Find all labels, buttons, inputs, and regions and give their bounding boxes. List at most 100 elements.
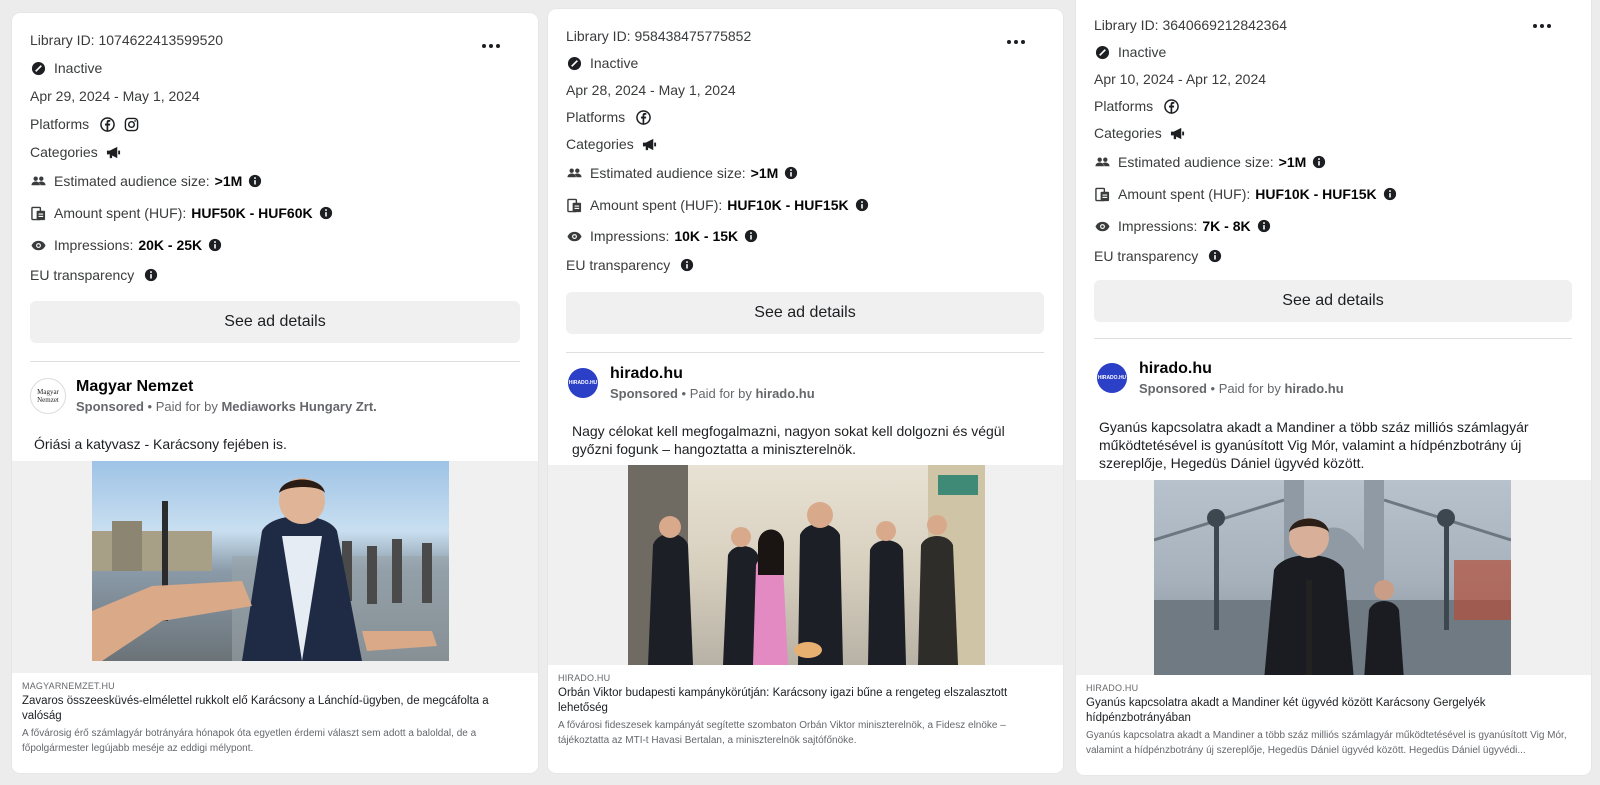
more-options-icon[interactable] [1007, 37, 1031, 47]
library-id: Library ID: 1074622413599520 [30, 32, 224, 48]
sponsored-line: Sponsored • Paid for by Mediaworks Hunga… [76, 399, 377, 414]
impressions-value: 10K - 15K [674, 228, 739, 244]
ad-image[interactable] [92, 461, 449, 661]
status-text: Inactive [1118, 44, 1167, 60]
ad-card: Library ID: 3640669212842364 Inactive Ap… [1076, 0, 1591, 775]
avatar[interactable]: Magyar Nemzet [30, 378, 66, 414]
spent-value: HUF50K - HUF60K [191, 205, 313, 221]
platforms-row: Platforms [30, 116, 147, 132]
info-icon[interactable] [1383, 187, 1397, 201]
paid-for-by-label: • Paid for by [147, 399, 218, 414]
eu-transparency-row: EU transparency [566, 257, 694, 273]
impressions-label: Impressions: [590, 228, 670, 244]
link-preview[interactable]: HIRADO.HU Orbán Viktor budapesti kampány… [548, 665, 1063, 773]
audience-value: >1M [1278, 154, 1307, 170]
audience-label: Estimated audience size: [1118, 154, 1274, 170]
info-icon[interactable] [248, 174, 262, 188]
ad-media [12, 461, 538, 673]
audience-value: >1M [214, 173, 243, 189]
info-icon[interactable] [144, 268, 158, 282]
info-icon[interactable] [680, 258, 694, 272]
ad-body-text: Gyanús kapcsolatra akadt a Mandiner a tö… [1099, 419, 1529, 471]
link-preview[interactable]: HIRADO.HU Gyanús kapcsolatra akadt a Man… [1076, 675, 1591, 775]
info-icon[interactable] [1208, 249, 1222, 263]
eye-icon [30, 237, 46, 253]
paid-for-by-label: • Paid for by [1210, 381, 1281, 396]
platforms-label: Platforms [1094, 98, 1154, 114]
impressions-row: Impressions: 10K - 15K [566, 228, 758, 244]
payer-name: Mediaworks Hungary Zrt. [221, 399, 377, 414]
inactive-status-icon [30, 60, 46, 76]
link-description: Gyanús kapcsolatra akadt a Mandiner a tö… [1086, 730, 1567, 756]
date-range: Apr 28, 2024 - May 1, 2024 [566, 82, 736, 98]
link-title[interactable]: Zavaros összeesküvés-elmélettel rukkolt … [22, 694, 528, 724]
link-preview[interactable]: MAGYARNEMZET.HU Zavaros összeesküvés-elm… [12, 673, 538, 773]
categories-label: Categories [566, 136, 634, 152]
info-icon[interactable] [1312, 155, 1326, 169]
status-text: Inactive [54, 60, 103, 76]
impressions-row: Impressions: 7K - 8K [1094, 218, 1271, 234]
info-icon[interactable] [208, 238, 222, 252]
money-icon [1094, 186, 1110, 202]
categories-row: Categories [566, 136, 666, 152]
link-domain: HIRADO.HU [558, 673, 611, 683]
info-icon[interactable] [319, 206, 333, 220]
avatar[interactable]: HIRADO.HU [1097, 363, 1127, 393]
advertiser-header: Magyar Nemzet Magyar Nemzet Sponsored • … [30, 378, 377, 414]
sponsored-label: Sponsored [76, 399, 144, 414]
spent-label: Amount spent (HUF): [590, 197, 723, 213]
ad-media [1076, 480, 1591, 680]
link-title[interactable]: Gyanús kapcsolatra akadt a Mandiner két … [1086, 696, 1581, 726]
advertiser-name[interactable]: Magyar Nemzet [76, 378, 377, 396]
facebook-icon [1163, 98, 1179, 114]
divider [30, 361, 520, 362]
ad-image[interactable] [1154, 480, 1511, 680]
advertiser-name[interactable]: hirado.hu [610, 365, 815, 383]
advertiser-header: HIRADO.HU hirado.hu Sponsored • Paid for… [1097, 360, 1344, 396]
spent-label: Amount spent (HUF): [54, 205, 187, 221]
library-id: Library ID: 958438475775852 [566, 28, 752, 44]
spent-label: Amount spent (HUF): [1118, 186, 1251, 202]
money-icon [30, 205, 46, 221]
info-icon[interactable] [744, 229, 758, 243]
status-row: Inactive [566, 55, 638, 71]
categories-row: Categories [1094, 125, 1194, 141]
more-options-icon[interactable] [482, 41, 506, 51]
info-icon[interactable] [855, 198, 869, 212]
ad-card: Library ID: 1074622413599520 Inactive Ap… [12, 13, 538, 773]
eu-transparency-row: EU transparency [30, 267, 158, 283]
see-ad-details-button[interactable]: See ad details [1094, 280, 1572, 322]
avatar[interactable]: HIRADO.HU [568, 368, 598, 398]
spent-row: Amount spent (HUF): HUF50K - HUF60K [30, 205, 333, 221]
categories-label: Categories [30, 144, 98, 160]
status-row: Inactive [1094, 44, 1166, 60]
advertiser-name[interactable]: hirado.hu [1139, 360, 1344, 378]
info-icon[interactable] [784, 166, 798, 180]
payer-name: hirado.hu [755, 386, 815, 401]
ad-body-text: Nagy célokat kell megfogalmazni, nagyon … [572, 423, 1005, 457]
spent-value: HUF10K - HUF15K [727, 197, 849, 213]
date-range: Apr 10, 2024 - Apr 12, 2024 [1094, 71, 1267, 87]
see-ad-details-button[interactable]: See ad details [566, 292, 1044, 334]
sponsored-line: Sponsored • Paid for by hirado.hu [610, 386, 815, 401]
platforms-label: Platforms [30, 116, 90, 132]
link-domain: HIRADO.HU [1086, 683, 1139, 693]
paid-for-by-label: • Paid for by [681, 386, 752, 401]
info-icon[interactable] [1257, 219, 1271, 233]
more-options-icon[interactable] [1533, 21, 1557, 31]
link-domain: MAGYARNEMZET.HU [22, 681, 115, 691]
sponsored-label: Sponsored [610, 386, 678, 401]
audience-label: Estimated audience size: [54, 173, 210, 189]
advertiser-header: HIRADO.HU hirado.hu Sponsored • Paid for… [568, 365, 815, 401]
ad-image[interactable] [628, 465, 985, 665]
ad-body-text: Óriási a katyvasz - Karácsony fejében is… [34, 436, 287, 452]
instagram-icon [123, 116, 139, 132]
link-title[interactable]: Orbán Viktor budapesti kampánykörútján: … [558, 686, 1053, 716]
status-text: Inactive [590, 55, 639, 71]
spent-value: HUF10K - HUF15K [1255, 186, 1377, 202]
ad-card: Library ID: 958438475775852 Inactive Apr… [548, 9, 1063, 773]
see-ad-details-button[interactable]: See ad details [30, 301, 520, 343]
impressions-value: 7K - 8K [1202, 218, 1251, 234]
money-icon [566, 197, 582, 213]
date-range: Apr 29, 2024 - May 1, 2024 [30, 88, 200, 104]
